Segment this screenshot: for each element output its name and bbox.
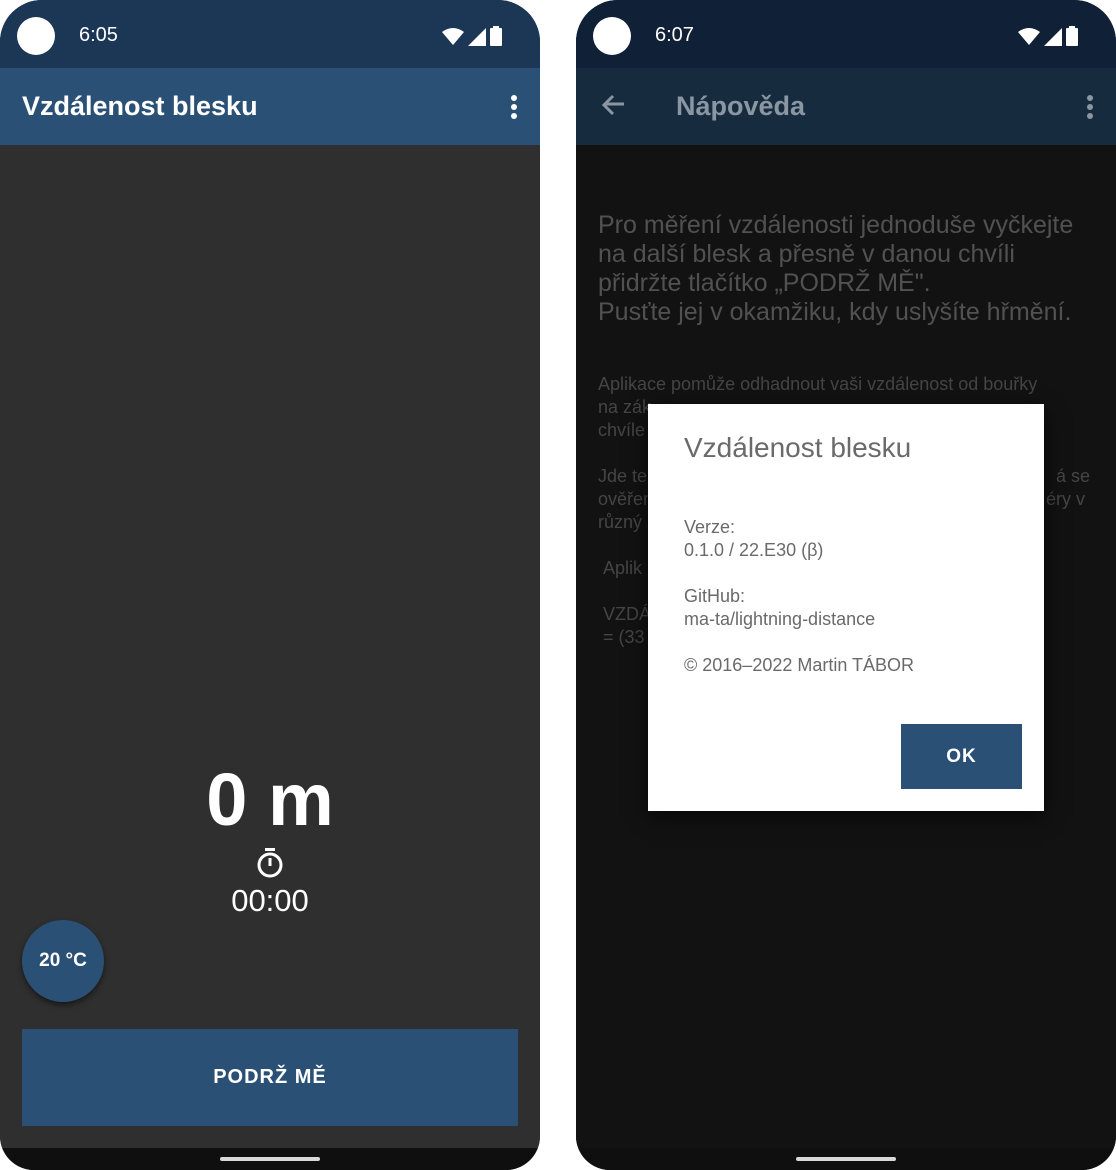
hold-me-label: PODRŽ MĚ xyxy=(213,1066,327,1088)
main-screen: 6:05 Vzdálenost blesku 0 m 00:00 20 °C P… xyxy=(0,0,540,1170)
temperature-button[interactable]: 20 °C xyxy=(22,920,104,1002)
camera-cutout xyxy=(17,17,55,55)
stopwatch-icon xyxy=(257,848,283,878)
ok-button[interactable]: OK xyxy=(901,724,1022,789)
home-gesture-handle[interactable] xyxy=(220,1157,320,1161)
version-value: 0.1.0 / 22.E30 (β) xyxy=(684,540,824,560)
signal-icon xyxy=(1044,28,1062,46)
status-bar: 6:05 xyxy=(0,0,540,68)
app-bar: Nápověda xyxy=(576,68,1116,145)
dialog-title: Vzdálenost blesku xyxy=(684,432,912,463)
home-gesture-handle[interactable] xyxy=(796,1157,896,1161)
navigation-bar xyxy=(576,1148,1116,1170)
app-bar: Vzdálenost blesku xyxy=(0,68,540,145)
temperature-label: 20 °C xyxy=(39,950,87,971)
arrow-back-icon[interactable] xyxy=(600,92,626,118)
status-bar: 6:07 xyxy=(576,0,1116,68)
status-icons xyxy=(442,26,502,46)
about-dialog: Vzdálenost blesku Verze: 0.1.0 / 22.E30 … xyxy=(648,404,1044,811)
status-time: 6:05 xyxy=(79,24,118,46)
elapsed-timer: 00:00 xyxy=(231,883,309,918)
app-title: Vzdálenost blesku xyxy=(22,91,258,121)
version-label: Verze: xyxy=(684,517,736,537)
ok-label: OK xyxy=(946,745,977,767)
wifi-icon xyxy=(1018,28,1040,45)
github-label: GitHub: xyxy=(684,586,746,606)
more-vert-icon[interactable] xyxy=(510,95,518,119)
battery-icon xyxy=(490,26,502,46)
help-screen: 6:07 Nápověda Pro měření vzdálenosti jed… xyxy=(576,0,1116,1170)
status-time: 6:07 xyxy=(655,24,694,46)
github-link[interactable]: ma-ta/lightning-distance xyxy=(684,608,875,631)
copyright-text: © 2016–2022 Martin TÁBOR xyxy=(684,655,915,675)
signal-icon xyxy=(468,28,486,46)
distance-value: 0 m xyxy=(206,758,334,841)
wifi-icon xyxy=(442,28,464,45)
battery-icon xyxy=(1066,26,1078,46)
screen-title: Nápověda xyxy=(676,91,806,121)
status-icons xyxy=(1018,26,1078,46)
main-content: 0 m 00:00 20 °C PODRŽ MĚ xyxy=(0,145,540,1148)
camera-cutout xyxy=(593,17,631,55)
more-vert-icon[interactable] xyxy=(1086,95,1094,119)
hold-me-button[interactable]: PODRŽ MĚ xyxy=(22,1029,518,1126)
navigation-bar xyxy=(0,1148,540,1170)
